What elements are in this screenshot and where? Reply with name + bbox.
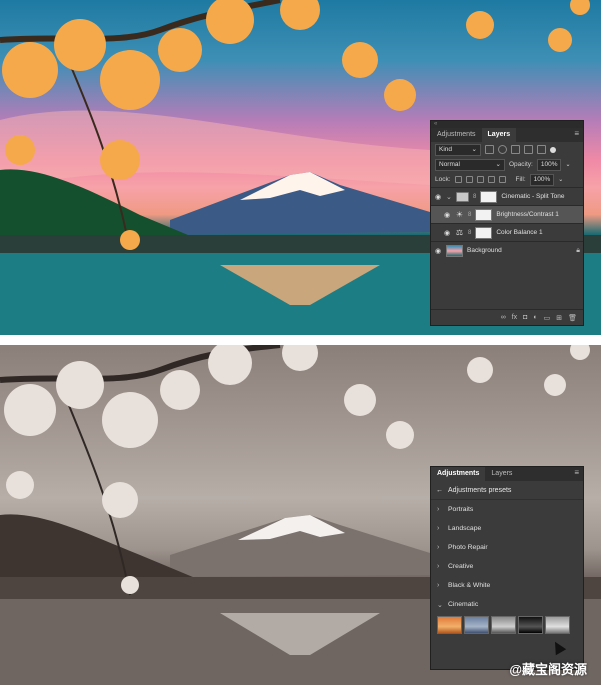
- category-label: Creative: [448, 563, 474, 570]
- tab-adjustments[interactable]: Adjustments: [431, 128, 482, 142]
- chevron-down-icon[interactable]: ⌄: [558, 176, 563, 183]
- layer-mask-thumb: [475, 208, 493, 221]
- layer-row-color-balance[interactable]: ◉ ⚖ 8 Color Balance 1: [431, 223, 583, 241]
- filter-kind-select[interactable]: Kind ⌄: [435, 143, 481, 156]
- category-label: Black & White: [448, 582, 491, 589]
- category-portraits[interactable]: › Portraits: [431, 500, 583, 519]
- blend-mode-value: Normal: [439, 160, 460, 168]
- category-label: Photo Repair: [448, 544, 488, 551]
- link-icon: 8: [468, 229, 472, 236]
- new-adjustment-icon[interactable]: ◐: [533, 314, 537, 321]
- lock-artboard-icon[interactable]: [487, 176, 495, 183]
- opacity-label: Opacity:: [509, 161, 533, 168]
- category-label: Landscape: [448, 525, 482, 532]
- lock-all-icon[interactable]: [498, 176, 506, 183]
- layer-name: Brightness/Contrast 1: [496, 211, 559, 218]
- link-icon: 8: [473, 193, 477, 200]
- chevron-right-icon: ›: [437, 563, 440, 570]
- back-arrow-icon[interactable]: ←: [436, 487, 443, 494]
- adjustments-presets-header[interactable]: ← Adjustments presets: [431, 481, 583, 500]
- category-black-white[interactable]: › Black & White: [431, 576, 583, 595]
- panel-tabs: Adjustments Layers ≡: [431, 128, 583, 142]
- category-landscape[interactable]: › Landscape: [431, 519, 583, 538]
- preset-thumb-5[interactable]: [545, 616, 570, 634]
- lock-label: Lock:: [435, 176, 451, 183]
- layer-row-brightness[interactable]: ◉ ☀ 8 Brightness/Contrast 1: [431, 205, 583, 223]
- filter-toggle-icon[interactable]: [550, 146, 556, 153]
- layer-mask-thumb: [480, 190, 498, 203]
- blend-mode-select[interactable]: Normal ⌄: [435, 158, 505, 171]
- adjustments-presets-title: Adjustments presets: [448, 486, 512, 494]
- fill-input[interactable]: 100%: [529, 173, 555, 186]
- divider: [0, 335, 601, 345]
- watermark: @藏宝阁资源: [509, 659, 587, 678]
- lock-icon: 🔒︎: [576, 246, 580, 254]
- category-label: Cinematic: [448, 601, 479, 608]
- chevron-down-icon[interactable]: ⌄: [446, 193, 452, 201]
- layer-image-thumb: [446, 244, 463, 257]
- chevron-down-icon: ⌄: [495, 160, 501, 168]
- lock-position-icon[interactable]: [476, 176, 484, 183]
- lock-row: Lock: Fill: 100% ⌄: [431, 172, 583, 187]
- panel-menu-icon[interactable]: ≡: [574, 130, 579, 138]
- preset-thumb-4[interactable]: [518, 616, 543, 634]
- cinematic-presets: [431, 614, 583, 636]
- link-icon: 8: [468, 211, 472, 218]
- chevron-down-icon: ⌄: [471, 145, 477, 153]
- new-group-icon[interactable]: ▭: [544, 314, 551, 322]
- tab-layers[interactable]: Layers: [481, 128, 517, 142]
- category-photo-repair[interactable]: › Photo Repair: [431, 538, 583, 557]
- preset-thumb-1[interactable]: [437, 616, 462, 634]
- chevron-right-icon: ›: [437, 582, 440, 589]
- adjustment-filter-icon[interactable]: [498, 145, 507, 154]
- chevron-right-icon: ›: [437, 525, 440, 532]
- new-layer-icon[interactable]: ⊞: [556, 314, 562, 322]
- type-filter-icon[interactable]: [511, 145, 520, 154]
- fill-label: Fill:: [515, 176, 526, 183]
- chevron-down-icon: ⌄: [437, 601, 443, 609]
- category-creative[interactable]: › Creative: [431, 557, 583, 576]
- panel-tabs: Adjustments Layers ≡: [431, 467, 583, 481]
- layer-mask-thumb: [475, 226, 493, 239]
- visibility-eye-icon[interactable]: ◉: [434, 247, 442, 255]
- preset-thumb-3[interactable]: [491, 616, 516, 634]
- lock-image-icon[interactable]: [465, 176, 473, 183]
- category-label: Portraits: [448, 506, 474, 513]
- layer-row-group[interactable]: ◉ ⌄ 8 Cinematic - Split Tone: [431, 187, 583, 205]
- layer-name: Color Balance 1: [496, 229, 543, 236]
- visibility-eye-icon[interactable]: ◉: [443, 229, 451, 237]
- layers-panel: « Adjustments Layers ≡ Kind ⌄ Normal ⌄ O…: [430, 120, 584, 326]
- balance-icon: ⚖: [455, 228, 464, 237]
- chevron-right-icon: ›: [437, 506, 440, 513]
- layer-name: Cinematic - Split Tone: [501, 193, 565, 200]
- panel-grip[interactable]: «: [431, 121, 583, 128]
- layer-name: Background: [467, 247, 502, 254]
- smart-object-filter-icon[interactable]: [537, 145, 546, 154]
- category-cinematic[interactable]: ⌄ Cinematic: [431, 595, 583, 614]
- tab-adjustments[interactable]: Adjustments: [431, 467, 486, 481]
- watermark-text: @藏宝阁资源: [509, 662, 587, 677]
- chevron-right-icon: ›: [437, 544, 440, 551]
- shape-filter-icon[interactable]: [524, 145, 533, 154]
- chevron-down-icon[interactable]: ⌄: [565, 161, 570, 168]
- folder-icon: [456, 191, 469, 202]
- visibility-eye-icon[interactable]: ◉: [443, 211, 451, 219]
- image-filter-icon[interactable]: [485, 145, 494, 154]
- filter-kind-value: Kind: [439, 145, 453, 153]
- filter-row: Kind ⌄: [431, 142, 583, 157]
- tab-layers[interactable]: Layers: [485, 467, 518, 481]
- link-layers-icon[interactable]: ∞: [501, 314, 506, 321]
- layers-bottom-bar: ∞ fx ◘ ◐ ▭ ⊞ 🗑︎: [431, 309, 583, 325]
- brightness-icon: ☀: [455, 210, 464, 219]
- delete-layer-icon[interactable]: 🗑︎: [568, 314, 577, 322]
- opacity-input[interactable]: 100%: [536, 158, 562, 171]
- add-mask-icon[interactable]: ◘: [523, 314, 527, 321]
- layer-row-background[interactable]: ◉ Background 🔒︎: [431, 241, 583, 259]
- visibility-eye-icon[interactable]: ◉: [434, 193, 442, 201]
- lock-transparent-icon[interactable]: [454, 176, 462, 183]
- preset-thumb-2[interactable]: [464, 616, 489, 634]
- fx-icon[interactable]: fx: [512, 314, 517, 321]
- panel-menu-icon[interactable]: ≡: [574, 469, 579, 477]
- blend-row: Normal ⌄ Opacity: 100% ⌄: [431, 157, 583, 172]
